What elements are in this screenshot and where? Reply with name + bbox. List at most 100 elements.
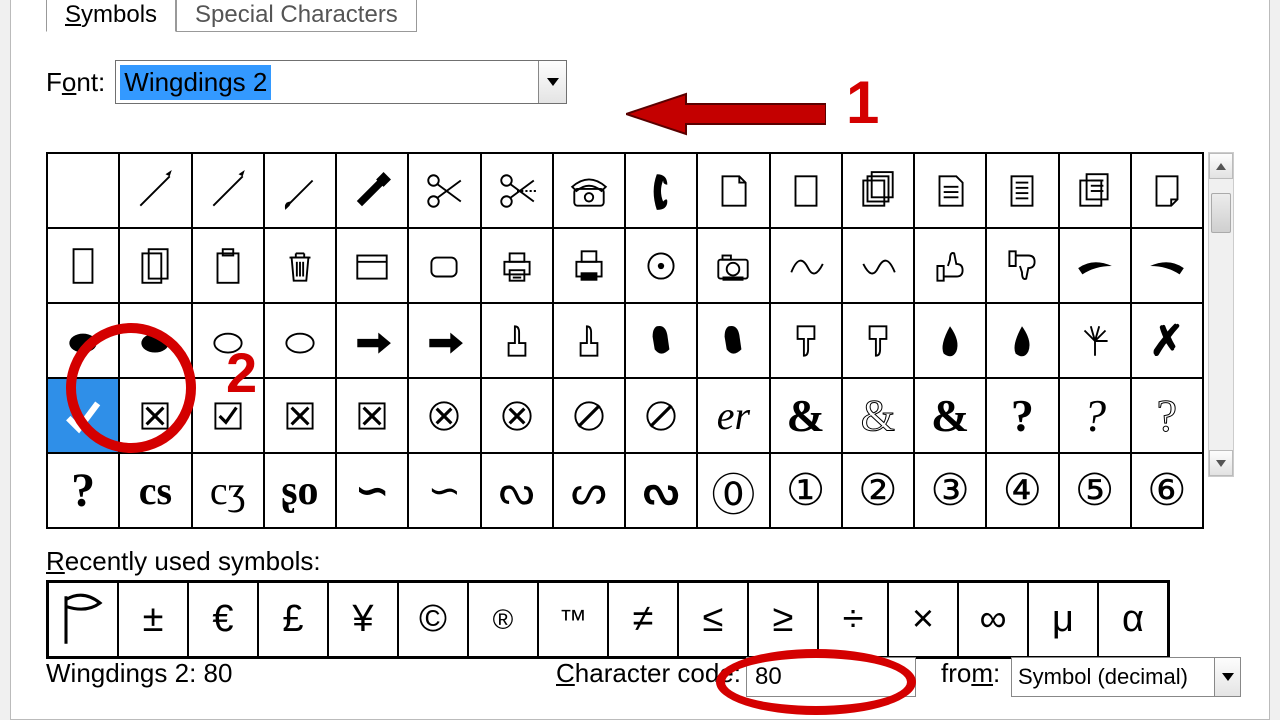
scrollbar-thumb[interactable]: [1211, 193, 1231, 233]
symbol-cell[interactable]: [481, 153, 553, 228]
symbol-cell[interactable]: [192, 153, 264, 228]
symbol-cell[interactable]: cs: [119, 453, 191, 528]
symbol-cell[interactable]: [625, 228, 697, 303]
recent-symbol-cell[interactable]: £: [258, 582, 328, 657]
symbol-cell[interactable]: [986, 303, 1058, 378]
symbol-cell[interactable]: er: [697, 378, 769, 453]
symbol-cell[interactable]: ?: [986, 378, 1058, 453]
symbol-cell[interactable]: ⑤: [1059, 453, 1131, 528]
font-select-dropdown-button[interactable]: [538, 61, 566, 103]
recent-symbol-cell[interactable]: α: [1098, 582, 1168, 657]
symbol-cell[interactable]: [770, 153, 842, 228]
symbol-cell[interactable]: ʂo: [264, 453, 336, 528]
recent-symbol-cell[interactable]: μ: [1028, 582, 1098, 657]
symbol-cell[interactable]: [481, 228, 553, 303]
symbol-cell[interactable]: [625, 303, 697, 378]
recent-symbol-cell[interactable]: ¥: [328, 582, 398, 657]
symbol-cell[interactable]: [47, 153, 119, 228]
symbol-cell[interactable]: [336, 153, 408, 228]
symbol-cell[interactable]: [986, 228, 1058, 303]
symbol-cell[interactable]: [770, 303, 842, 378]
symbol-cell[interactable]: [264, 153, 336, 228]
symbol-cell[interactable]: ②: [842, 453, 914, 528]
symbol-cell[interactable]: ?: [1131, 378, 1203, 453]
symbol-cell[interactable]: [336, 303, 408, 378]
from-select-dropdown-button[interactable]: [1214, 658, 1240, 696]
recent-symbol-cell[interactable]: [48, 582, 118, 657]
recent-symbol-cell[interactable]: ™: [538, 582, 608, 657]
recent-symbol-cell[interactable]: ≥: [748, 582, 818, 657]
symbol-cell[interactable]: ✗: [1131, 303, 1203, 378]
symbol-cell[interactable]: [914, 303, 986, 378]
symbol-cell[interactable]: ④: [986, 453, 1058, 528]
symbol-cell[interactable]: ?: [47, 453, 119, 528]
scroll-down-button[interactable]: [1209, 450, 1233, 476]
symbol-cell[interactable]: [336, 378, 408, 453]
symbol-cell[interactable]: ᔓ: [481, 453, 553, 528]
symbol-cell[interactable]: [1059, 303, 1131, 378]
symbol-cell[interactable]: [697, 153, 769, 228]
symbol-cell[interactable]: [264, 303, 336, 378]
font-select[interactable]: Wingdings 2: [115, 60, 567, 104]
symbol-cell[interactable]: ᔓ: [625, 453, 697, 528]
symbol-cell[interactable]: [697, 228, 769, 303]
recent-symbol-cell[interactable]: ®: [468, 582, 538, 657]
symbol-cell[interactable]: ᔕ: [553, 453, 625, 528]
symbol-cell[interactable]: [481, 303, 553, 378]
symbol-cell[interactable]: [408, 228, 480, 303]
symbol-cell[interactable]: [553, 153, 625, 228]
symbol-cell[interactable]: [697, 303, 769, 378]
symbol-cell[interactable]: ⓪: [697, 453, 769, 528]
symbol-cell[interactable]: [408, 378, 480, 453]
symbol-cell[interactable]: &: [842, 378, 914, 453]
symbol-cell[interactable]: [336, 228, 408, 303]
symbol-cell[interactable]: [1131, 153, 1203, 228]
symbol-cell[interactable]: [119, 228, 191, 303]
symbol-cell[interactable]: [770, 228, 842, 303]
symbol-cell[interactable]: ①: [770, 453, 842, 528]
recent-symbol-cell[interactable]: ÷: [818, 582, 888, 657]
symbol-cell[interactable]: [553, 378, 625, 453]
symbol-cell[interactable]: ∽: [408, 453, 480, 528]
grid-scrollbar[interactable]: [1208, 152, 1234, 477]
symbol-cell[interactable]: [986, 153, 1058, 228]
symbol-cell[interactable]: [625, 153, 697, 228]
recent-symbol-cell[interactable]: ≤: [678, 582, 748, 657]
tab-symbols[interactable]: Symbols: [46, 0, 176, 32]
symbol-cell[interactable]: [842, 153, 914, 228]
symbol-cell[interactable]: ∽: [336, 453, 408, 528]
recent-symbol-cell[interactable]: ≠: [608, 582, 678, 657]
symbol-cell[interactable]: ?: [1059, 378, 1131, 453]
symbol-cell[interactable]: [553, 228, 625, 303]
recent-symbol-cell[interactable]: ±: [118, 582, 188, 657]
symbol-cell[interactable]: [1131, 228, 1203, 303]
symbol-cell[interactable]: [914, 153, 986, 228]
symbol-cell[interactable]: [842, 303, 914, 378]
symbol-cell[interactable]: [264, 378, 336, 453]
symbol-cell[interactable]: [264, 228, 336, 303]
symbol-cell[interactable]: [481, 378, 553, 453]
symbol-cell[interactable]: [408, 303, 480, 378]
symbol-cell[interactable]: cʒ: [192, 453, 264, 528]
tab-special-characters[interactable]: Special Characters: [176, 0, 417, 32]
from-select[interactable]: Symbol (decimal): [1011, 657, 1241, 697]
symbol-cell[interactable]: [1059, 153, 1131, 228]
recent-symbol-cell[interactable]: €: [188, 582, 258, 657]
symbol-cell[interactable]: [625, 378, 697, 453]
symbol-cell[interactable]: [1059, 228, 1131, 303]
recent-symbol-cell[interactable]: ∞: [958, 582, 1028, 657]
symbol-cell[interactable]: &: [914, 378, 986, 453]
symbol-cell[interactable]: [47, 228, 119, 303]
symbol-cell[interactable]: [553, 303, 625, 378]
symbol-cell[interactable]: &: [770, 378, 842, 453]
symbol-cell[interactable]: ⑥: [1131, 453, 1203, 528]
symbol-cell[interactable]: [192, 228, 264, 303]
recent-symbol-cell[interactable]: ©: [398, 582, 468, 657]
symbol-cell[interactable]: [842, 228, 914, 303]
symbol-cell[interactable]: [119, 153, 191, 228]
scroll-up-button[interactable]: [1209, 153, 1233, 179]
symbol-cell[interactable]: [914, 228, 986, 303]
symbol-cell[interactable]: [408, 153, 480, 228]
recent-symbol-cell[interactable]: ×: [888, 582, 958, 657]
symbol-cell[interactable]: ③: [914, 453, 986, 528]
